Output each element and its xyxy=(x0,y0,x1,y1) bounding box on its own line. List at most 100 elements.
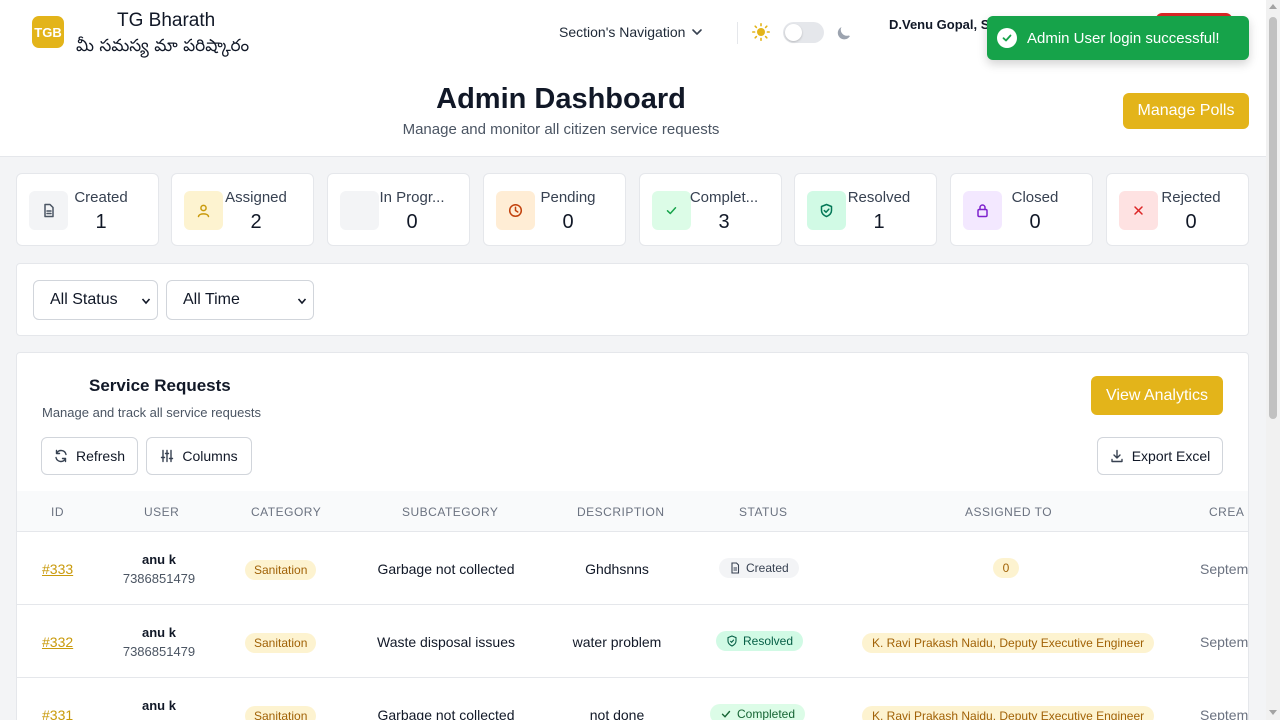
table-row[interactable]: #333 anu k 7386851479 Sanitation Garbage not… xyxy=(17,532,1249,605)
brand-tagline: మీ సమస్య మా పరిష్కారం xyxy=(76,36,250,56)
logo-badge[interactable]: TGB xyxy=(32,16,64,48)
columns-label: Columns xyxy=(182,448,238,464)
stat-card-created[interactable]: Created 1 xyxy=(16,173,159,246)
stat-card-pending[interactable]: Pending 0 xyxy=(483,173,626,246)
stat-count: 0 xyxy=(1185,211,1197,233)
user-name-cell: anu k xyxy=(142,625,176,640)
check-icon xyxy=(652,191,691,230)
check-icon xyxy=(720,708,732,720)
column-header-category[interactable]: Category xyxy=(251,505,321,519)
description-cell: Ghdhsnns xyxy=(585,561,649,577)
table-row[interactable]: #331anu k7386851479SanitationGarbage not… xyxy=(17,678,1249,720)
scrollbar-thumb[interactable] xyxy=(1269,17,1277,419)
stat-card-resolved[interactable]: Resolved 1 xyxy=(794,173,937,246)
user-phone-cell: 7386851479 xyxy=(122,571,196,586)
document-icon xyxy=(29,191,68,230)
stat-count: 1 xyxy=(873,211,885,233)
stat-card-inprogr[interactable]: In Progr... 0 xyxy=(327,173,470,246)
user-name[interactable]: D.Venu Gopal, S xyxy=(889,17,989,32)
page-title: Admin Dashboard xyxy=(436,83,686,115)
request-id-link[interactable]: #333 xyxy=(42,561,73,577)
clock-icon xyxy=(496,191,535,230)
columns-button[interactable]: Columns xyxy=(146,437,252,475)
stat-label: Assigned xyxy=(225,189,287,206)
divider xyxy=(737,22,738,44)
stat-count: 0 xyxy=(1029,211,1041,233)
request-id-link[interactable]: #331 xyxy=(42,707,73,720)
status-label: Resolved xyxy=(743,634,794,648)
sun-icon xyxy=(752,23,770,41)
chevron-down-icon xyxy=(692,29,703,35)
section-navigation-dropdown[interactable]: Section's Navigation xyxy=(559,24,703,40)
column-header-assigned-to[interactable]: Assigned To xyxy=(965,505,1052,519)
stat-label: In Progr... xyxy=(379,189,445,206)
status-badge: Completed xyxy=(710,704,806,720)
export-excel-button[interactable]: Export Excel xyxy=(1097,437,1223,475)
stat-card-closed[interactable]: Closed 0 xyxy=(950,173,1093,246)
lock-icon xyxy=(963,191,1002,230)
assigned-to-badge: K. Ravi Prakash Naidu, Deputy Executive … xyxy=(862,633,1155,653)
time-filter-select[interactable]: All Time xyxy=(166,280,314,320)
column-header-id[interactable]: ID xyxy=(51,505,64,519)
category-badge: Sanitation xyxy=(245,633,317,653)
filter-bar: All Status All Time xyxy=(16,263,1249,336)
page-scrollbar[interactable] xyxy=(1266,0,1280,720)
stat-label: Complet... xyxy=(689,189,759,206)
stat-label: Pending xyxy=(540,189,596,206)
category-badge: Sanitation xyxy=(245,706,317,720)
refresh-button[interactable]: Refresh xyxy=(41,437,138,475)
check-circle-icon xyxy=(997,28,1017,48)
stat-label: Created xyxy=(74,189,128,206)
column-header-description[interactable]: Description xyxy=(577,505,665,519)
description-cell: water problem xyxy=(572,634,662,650)
status-filter-select[interactable]: All Status xyxy=(33,280,158,320)
sliders-icon xyxy=(161,449,174,463)
stat-icon-placeholder xyxy=(340,191,379,230)
x-icon xyxy=(1119,191,1158,230)
section-title: Service Requests xyxy=(89,376,231,395)
stat-count: 1 xyxy=(95,211,107,233)
column-header-user[interactable]: User xyxy=(144,505,179,519)
stat-card-assigned[interactable]: Assigned 2 xyxy=(171,173,314,246)
manage-polls-button[interactable]: Manage Polls xyxy=(1123,93,1249,129)
section-subtitle: Manage and track all service requests xyxy=(42,405,261,420)
time-filter-value: All Time xyxy=(183,291,240,308)
toggle-knob xyxy=(785,24,802,41)
chevron-down-icon xyxy=(141,298,151,305)
brand-title[interactable]: TG Bharath xyxy=(117,10,215,32)
user-phone-cell: 7386851479 xyxy=(122,644,196,659)
dashboard-header: Admin Dashboard Manage and monitor all c… xyxy=(0,64,1266,157)
scroll-down-arrow[interactable] xyxy=(1269,710,1277,715)
download-icon xyxy=(1111,449,1123,463)
chevron-down-icon xyxy=(297,298,307,305)
assigned-to-badge: K. Ravi Prakash Naidu, Deputy Executive … xyxy=(862,706,1155,720)
status-label: Completed xyxy=(737,707,796,720)
stat-card-rejected[interactable]: Rejected 0 xyxy=(1106,173,1249,246)
page-subtitle: Manage and monitor all citizen service r… xyxy=(402,121,720,138)
status-badge: Resolved xyxy=(716,631,804,651)
refresh-icon xyxy=(55,449,67,463)
theme-toggle[interactable] xyxy=(783,22,824,43)
request-id-link[interactable]: #332 xyxy=(42,634,73,650)
scroll-up-arrow[interactable] xyxy=(1269,4,1277,9)
column-header-status[interactable]: Status xyxy=(739,505,788,519)
shield-check-icon xyxy=(807,191,846,230)
stat-label: Closed xyxy=(1011,189,1059,206)
status-badge: Created xyxy=(719,558,799,578)
toast-message: Admin User login successful! xyxy=(1027,29,1220,47)
stat-card-complet[interactable]: Complet... 3 xyxy=(639,173,782,246)
refresh-label: Refresh xyxy=(75,448,126,464)
user-name-cell: anu k xyxy=(142,552,176,567)
table-row[interactable]: #332 anu k 7386851479 Sanitation Waste dispo… xyxy=(17,605,1248,678)
status-label: Created xyxy=(746,561,789,575)
export-label: Export Excel xyxy=(1131,448,1211,464)
view-analytics-button[interactable]: View Analytics xyxy=(1091,376,1223,415)
column-header-subcategory[interactable]: Subcategory xyxy=(402,505,498,519)
stat-count: 3 xyxy=(718,211,730,233)
stat-count: 0 xyxy=(406,211,418,233)
login-success-toast[interactable]: Admin User login successful! xyxy=(987,16,1249,60)
created-date-cell: Septem xyxy=(1200,561,1249,577)
created-date-cell: Septem xyxy=(1200,707,1249,720)
column-header-created[interactable]: Crea xyxy=(1209,505,1244,519)
service-requests-card: Service Requests Manage and track all se… xyxy=(16,352,1249,720)
